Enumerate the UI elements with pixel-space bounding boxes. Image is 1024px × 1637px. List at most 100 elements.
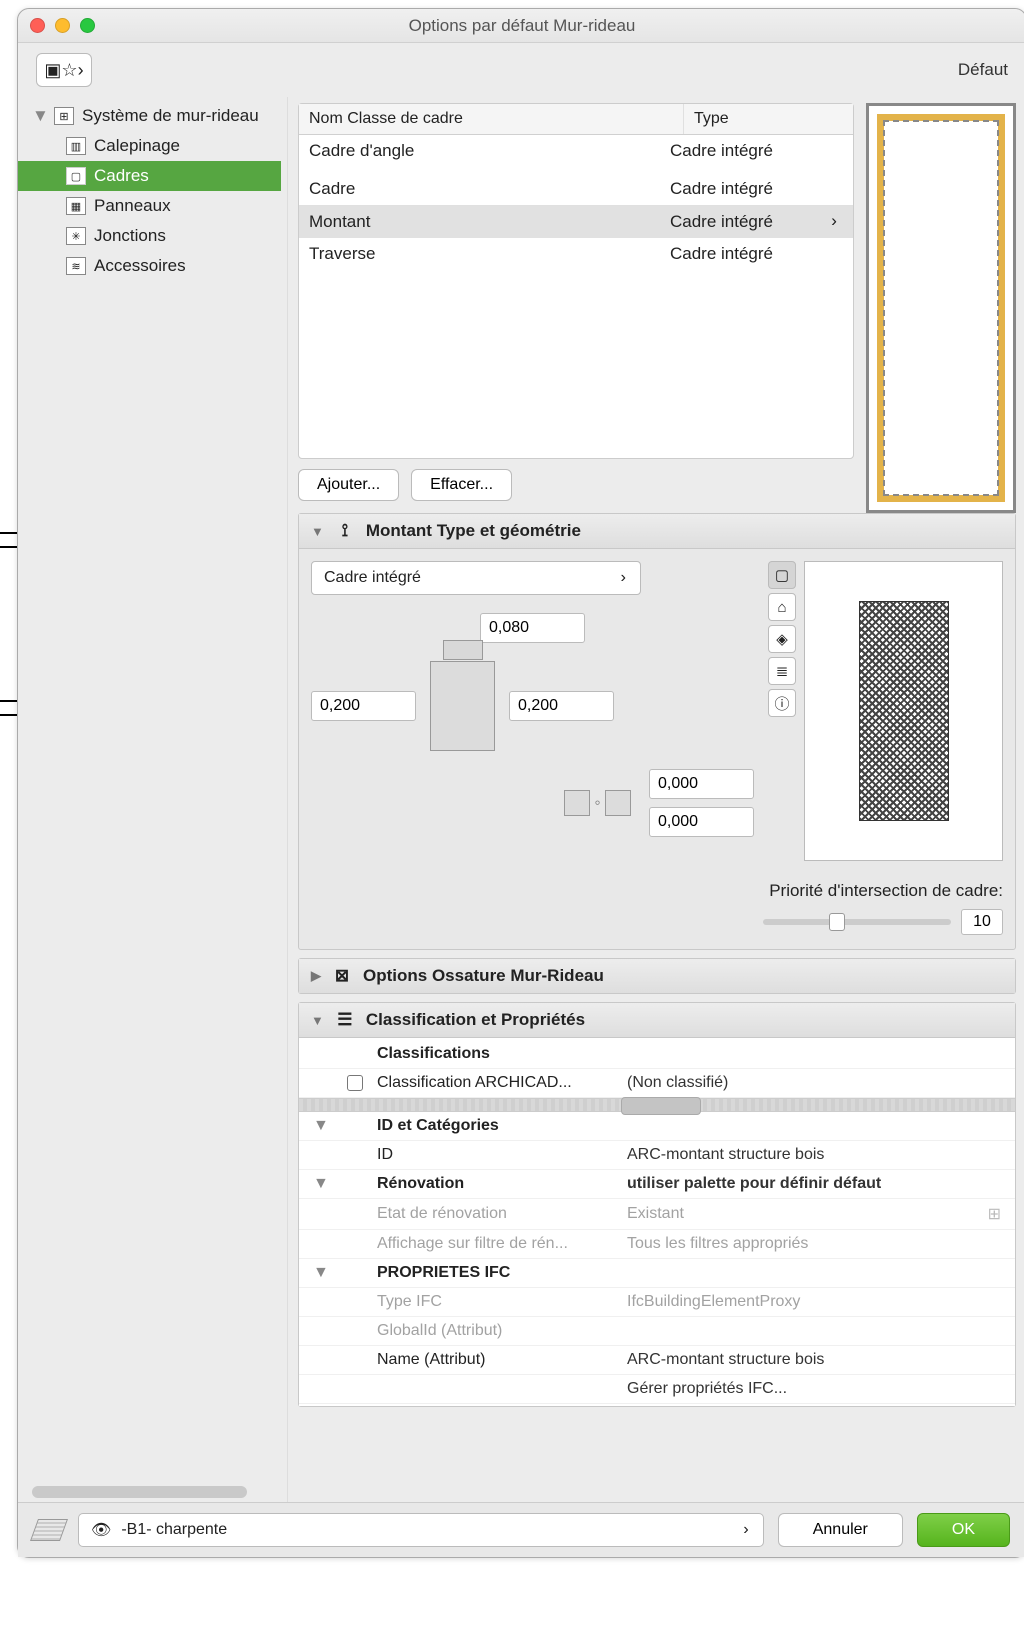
chevron-down-icon: ▼ bbox=[32, 106, 46, 126]
frame-type-combo[interactable]: Cadre intégré › bbox=[311, 561, 641, 595]
view-elev-icon[interactable]: ⌂ bbox=[768, 593, 796, 621]
structure-icon: ⊠ bbox=[331, 966, 353, 986]
priority-slider[interactable] bbox=[763, 919, 951, 925]
favorites-button[interactable]: ▣☆› bbox=[36, 53, 92, 87]
sidebar-item-cadres[interactable]: ▢ Cadres bbox=[18, 161, 281, 191]
toolbar: ▣☆› Défaut bbox=[18, 43, 1024, 97]
panel-title: Montant Type et géométrie bbox=[366, 521, 581, 541]
grid-icon: ⊞ bbox=[54, 107, 74, 125]
view-3d-icon[interactable]: ◈ bbox=[768, 625, 796, 653]
panel-header-classification[interactable]: ▼ ☰ Classification et Propriétés bbox=[299, 1003, 1015, 1038]
offset2-input[interactable] bbox=[649, 807, 754, 837]
row-name-attr[interactable]: Name (Attribut) ARC-montant structure bo… bbox=[299, 1346, 1015, 1375]
row-renovation-filter: Affichage sur filtre de rén... Tous les … bbox=[299, 1230, 1015, 1259]
priority-value[interactable] bbox=[961, 909, 1003, 935]
window-title: Options par défaut Mur-rideau bbox=[18, 16, 1024, 36]
view-section-icon[interactable]: ≣ bbox=[768, 657, 796, 685]
sidebar-item-label: Accessoires bbox=[94, 256, 186, 276]
panel-title: Classification et Propriétés bbox=[366, 1010, 585, 1030]
list-icon: ☰ bbox=[334, 1010, 356, 1030]
sidebar-item-calepinage[interactable]: ▥ Calepinage bbox=[18, 131, 281, 161]
sidebar-item-label: Calepinage bbox=[94, 136, 180, 156]
layers-icon[interactable] bbox=[30, 1519, 68, 1541]
chevron-down-icon: ▼ bbox=[311, 524, 324, 539]
sidebar: ▼ ⊞ Système de mur-rideau ▥ Calepinage ▢… bbox=[18, 97, 288, 1502]
layer-combo[interactable]: 👁 -B1- charpente › bbox=[78, 1513, 764, 1547]
tree-root[interactable]: ▼ ⊞ Système de mur-rideau bbox=[18, 101, 281, 131]
col-type[interactable]: Type bbox=[683, 104, 853, 134]
mini-scrollbar[interactable] bbox=[299, 1098, 1015, 1112]
depth-left-input[interactable] bbox=[311, 691, 416, 721]
group-ifc[interactable]: ▼ PROPRIETES IFC bbox=[299, 1259, 1015, 1288]
frame-icon: ▢ bbox=[66, 167, 86, 185]
scrollbar-horizontal[interactable] bbox=[32, 1486, 247, 1498]
chevron-right-icon[interactable]: › bbox=[825, 213, 843, 232]
footer: 👁 -B1- charpente › Annuler OK bbox=[18, 1502, 1024, 1557]
checkbox-icon[interactable] bbox=[347, 1075, 363, 1091]
junction-icon: ✳ bbox=[66, 227, 86, 245]
depth-right-input[interactable] bbox=[509, 691, 614, 721]
tree-root-label: Système de mur-rideau bbox=[82, 106, 259, 126]
view-tabs: ▢ ⌂ ◈ ≣ ⓘ bbox=[768, 561, 796, 861]
row-archicad-classification[interactable]: Classification ARCHICAD... (Non classifi… bbox=[299, 1069, 1015, 1098]
section-preview bbox=[804, 561, 1003, 861]
accessory-icon: ≋ bbox=[66, 257, 86, 275]
chevron-down-icon: ▼ bbox=[311, 1013, 324, 1028]
combo-value: Cadre intégré bbox=[324, 569, 421, 587]
panel-icon: ▦ bbox=[66, 197, 86, 215]
chevron-down-icon: ▼ bbox=[313, 1175, 333, 1193]
info-icon[interactable]: ⓘ bbox=[768, 689, 796, 717]
col-name[interactable]: Nom Classe de cadre bbox=[299, 104, 683, 134]
panel-ossature: ▶ ⊠ Options Ossature Mur-Rideau bbox=[298, 958, 1016, 994]
frame-preview bbox=[866, 103, 1016, 513]
table-row[interactable]: Traverse Cadre intégré bbox=[299, 238, 853, 270]
sidebar-item-panneaux[interactable]: ▦ Panneaux bbox=[18, 191, 281, 221]
sidebar-item-accessoires[interactable]: ≋ Accessoires bbox=[18, 251, 281, 281]
panel-title: Options Ossature Mur-Rideau bbox=[363, 966, 604, 986]
delete-button[interactable]: Effacer... bbox=[411, 469, 512, 501]
frame-geom-icon: ⟟ bbox=[334, 521, 356, 541]
width-input[interactable] bbox=[480, 613, 585, 643]
frame-class-table: Nom Classe de cadre Type Cadre d'angle C… bbox=[298, 103, 854, 459]
brick-icon: ⊞ bbox=[973, 1204, 1001, 1224]
table-row[interactable]: Cadre Cadre intégré bbox=[299, 173, 853, 206]
scheme-icon: ▥ bbox=[66, 137, 86, 155]
main-panel: Nom Classe de cadre Type Cadre d'angle C… bbox=[288, 97, 1024, 1502]
panel-geometry: ▼ ⟟ Montant Type et géométrie Cadre inté… bbox=[298, 513, 1016, 950]
dialog-window: Options par défaut Mur-rideau ▣☆› Défaut… bbox=[17, 8, 1024, 1558]
add-button[interactable]: Ajouter... bbox=[298, 469, 399, 501]
panel-header-geometry[interactable]: ▼ ⟟ Montant Type et géométrie bbox=[299, 514, 1015, 549]
row-renovation-state: Etat de rénovation Existant ⊞ bbox=[299, 1199, 1015, 1230]
offset-diagram: ◦ bbox=[560, 781, 635, 825]
eye-icon: 👁 bbox=[91, 1520, 111, 1540]
default-label: Défaut bbox=[958, 60, 1008, 80]
offset1-input[interactable] bbox=[649, 769, 754, 799]
table-row[interactable]: Cadre d'angle Cadre intégré bbox=[299, 135, 853, 167]
section-diagram bbox=[430, 661, 495, 751]
group-classifications: Classifications bbox=[299, 1040, 1015, 1069]
chevron-down-icon: ▼ bbox=[313, 1117, 333, 1135]
row-id[interactable]: ID ARC-montant structure bois bbox=[299, 1141, 1015, 1170]
cancel-button[interactable]: Annuler bbox=[778, 1513, 903, 1547]
row-manage-ifc[interactable]: Gérer propriétés IFC... bbox=[299, 1375, 1015, 1404]
panel-header-ossature[interactable]: ▶ ⊠ Options Ossature Mur-Rideau bbox=[299, 959, 1015, 993]
group-renovation[interactable]: ▼ Rénovation utiliser palette pour défin… bbox=[299, 1170, 1015, 1199]
group-id-categories[interactable]: ▼ ID et Catégories bbox=[299, 1112, 1015, 1141]
sidebar-item-label: Cadres bbox=[94, 166, 149, 186]
panel-classification: ▼ ☰ Classification et Propriétés Classif… bbox=[298, 1002, 1016, 1407]
sidebar-item-jonctions[interactable]: ✳ Jonctions bbox=[18, 221, 281, 251]
layer-name: -B1- charpente bbox=[121, 1521, 227, 1539]
sidebar-item-label: Jonctions bbox=[94, 226, 166, 246]
sidebar-item-label: Panneaux bbox=[94, 196, 171, 216]
row-globalid: GlobalId (Attribut) bbox=[299, 1317, 1015, 1346]
view-plan-icon[interactable]: ▢ bbox=[768, 561, 796, 589]
ok-button[interactable]: OK bbox=[917, 1513, 1010, 1547]
priority-label: Priorité d'intersection de cadre: bbox=[769, 881, 1003, 901]
chevron-right-icon: › bbox=[618, 569, 628, 587]
chevron-down-icon: ▼ bbox=[313, 1264, 333, 1282]
layers-icon: ▣☆› bbox=[44, 60, 83, 81]
table-row-selected[interactable]: Montant Cadre intégré › bbox=[299, 206, 853, 238]
chevron-right-icon: ▶ bbox=[311, 968, 321, 984]
table-header: Nom Classe de cadre Type bbox=[299, 104, 853, 135]
chevron-right-icon: › bbox=[741, 1521, 751, 1539]
